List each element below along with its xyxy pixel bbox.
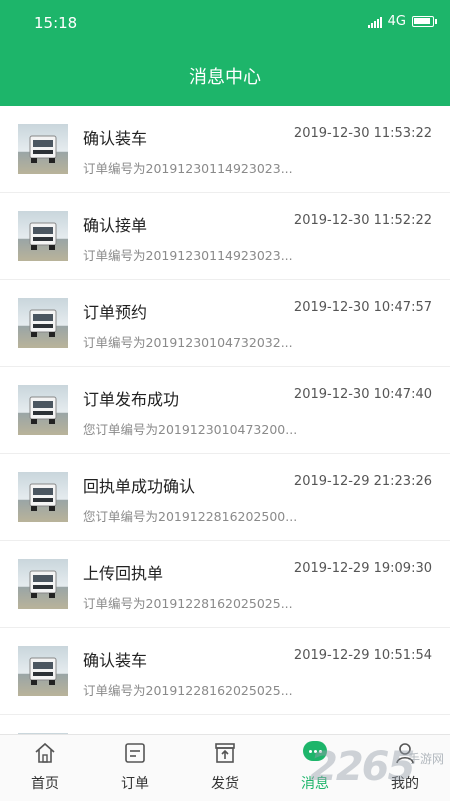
system-indicators: 4G [367, 14, 437, 29]
ship-icon [215, 743, 235, 763]
truck-icon [29, 135, 57, 163]
app-header: 15:18 4G 消息中心 [0, 0, 450, 106]
battery-icon [412, 16, 437, 27]
message-subtitle: 订单编号为20191228162025025... [83, 683, 293, 698]
message-subtitle: 您订单编号为2019122816202500... [83, 509, 298, 524]
signal-icon [367, 16, 382, 28]
tab-orders[interactable]: 订单 [90, 735, 180, 801]
tab-profile[interactable]: 我的 [360, 735, 450, 801]
message-subtitle: 订单编号为20191228162025025... [83, 596, 293, 611]
message-time: 2019-12-30 11:53:22 [293, 126, 432, 141]
message-item[interactable]: 确认装车 2019-12-30 11:53:22 订单编号为2019123011… [0, 106, 450, 193]
message-item[interactable]: 确认接单 2019-12-30 11:52:22 订单编号为2019123011… [0, 193, 450, 280]
truck-thumbnail [18, 559, 68, 609]
truck-thumbnail [18, 211, 68, 261]
tab-orders-label: 订单 [121, 776, 149, 792]
message-title: 确认装车 [83, 651, 148, 670]
truck-icon [29, 483, 57, 511]
status-bar: 15:18 4G [0, 0, 450, 44]
tab-messages-label: 消息 [301, 776, 329, 792]
profile-icon [396, 743, 414, 764]
message-title: 订单预约 [83, 303, 148, 322]
message-time: 2019-12-30 10:47:57 [293, 300, 432, 315]
tab-ship-label: 发货 [211, 776, 239, 792]
page-title: 消息中心 [189, 67, 261, 88]
message-item[interactable]: 确认装车 2019-12-29 10:51:54 订单编号为2019122816… [0, 628, 450, 715]
bottom-tab-bar: 首页 订单 发货 消息 我的 [0, 734, 450, 801]
truck-thumbnail [18, 385, 68, 435]
message-title: 确认接单 [83, 216, 148, 235]
message-subtitle: 您订单编号为2019123010473200... [83, 422, 298, 437]
message-time: 2019-12-30 11:52:22 [293, 213, 432, 228]
message-time: 2019-12-29 21:23:26 [293, 474, 432, 489]
message-subtitle: 订单编号为20191230114923023... [83, 248, 293, 263]
message-time: 2019-12-29 10:51:54 [293, 648, 432, 663]
status-time: 15:18 [34, 14, 78, 32]
message-subtitle: 订单编号为20191230114923023... [83, 161, 293, 176]
home-icon [35, 742, 55, 763]
truck-icon [29, 396, 57, 424]
message-time: 2019-12-30 10:47:40 [293, 387, 432, 402]
tab-ship[interactable]: 发货 [180, 735, 270, 801]
message-list: 确认装车 2019-12-30 11:53:22 订单编号为2019123011… [0, 106, 450, 734]
tab-profile-label: 我的 [391, 776, 419, 792]
message-subtitle: 订单编号为20191230104732032... [83, 335, 293, 350]
truck-icon [29, 657, 57, 685]
message-item[interactable]: 上传回执单 2019-12-29 19:09:30 订单编号为201912281… [0, 541, 450, 628]
truck-icon [29, 309, 57, 337]
tab-home-label: 首页 [31, 776, 59, 792]
message-title: 回执单成功确认 [83, 477, 196, 496]
truck-thumbnail [18, 472, 68, 522]
message-item[interactable]: 订单预约 2019-12-30 10:47:57 订单编号为2019123010… [0, 280, 450, 367]
order-icon [125, 743, 145, 763]
truck-icon [29, 570, 57, 598]
tab-home[interactable]: 首页 [0, 735, 90, 801]
message-title: 订单发布成功 [83, 390, 180, 409]
message-title: 确认装车 [83, 129, 148, 148]
message-time: 2019-12-29 19:09:30 [293, 561, 432, 576]
message-icon [303, 741, 327, 761]
message-item[interactable]: 回执单成功确认 2019-12-29 21:23:26 您订单编号为201912… [0, 454, 450, 541]
message-item[interactable]: 订单发布成功 2019-12-30 10:47:40 您订单编号为2019123… [0, 367, 450, 454]
message-item-partial[interactable] [0, 715, 450, 734]
truck-thumbnail [18, 298, 68, 348]
truck-icon [29, 222, 57, 250]
network-type: 4G [387, 14, 406, 29]
truck-thumbnail [18, 646, 68, 696]
message-title: 上传回执单 [83, 564, 164, 583]
tab-messages[interactable]: 消息 [270, 735, 360, 801]
truck-thumbnail [18, 124, 68, 174]
